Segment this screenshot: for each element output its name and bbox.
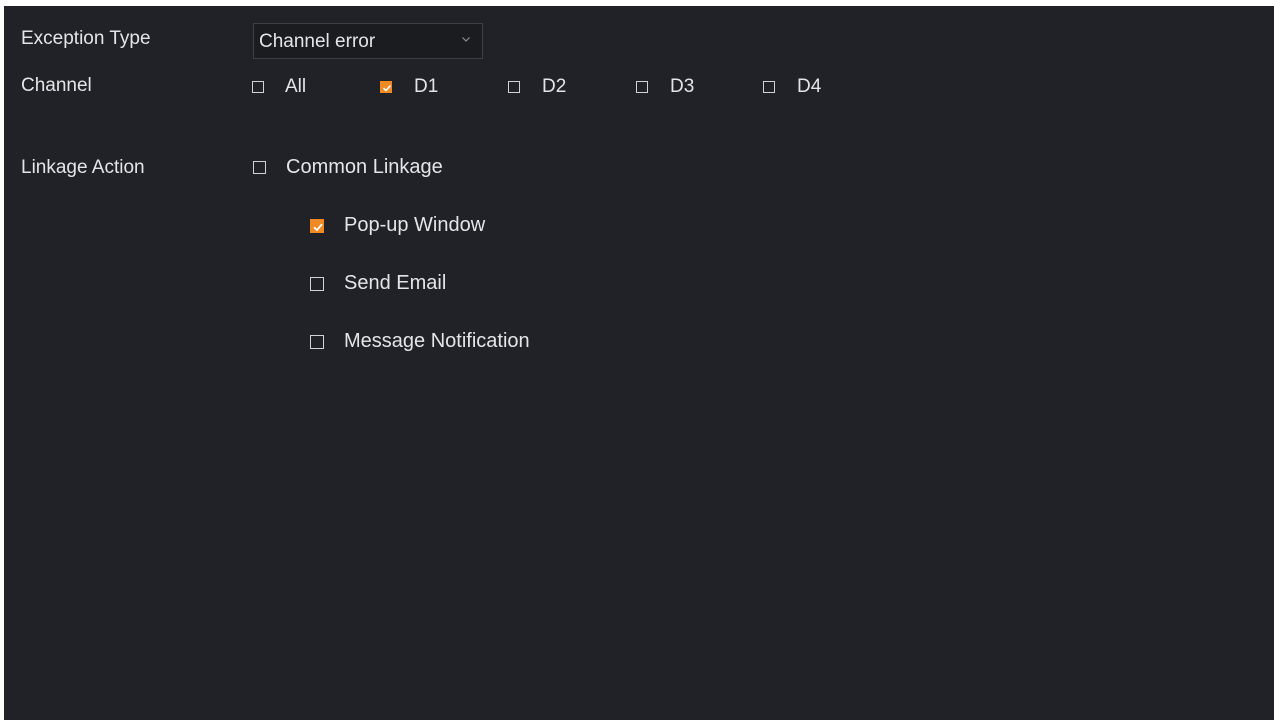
- channel-checkbox-d3[interactable]: D3: [636, 76, 694, 98]
- message-notification-checkbox[interactable]: Message Notification: [310, 330, 530, 353]
- exception-type-value: Channel error: [259, 31, 376, 52]
- popup-window-checkbox[interactable]: Pop-up Window: [310, 214, 485, 237]
- popup-window-label: Pop-up Window: [344, 214, 486, 236]
- common-linkage-label: Common Linkage: [286, 156, 443, 178]
- message-notification-label: Message Notification: [344, 330, 530, 352]
- channel-option-label: D2: [542, 76, 567, 97]
- channel-checkbox-d2[interactable]: D2: [508, 76, 566, 98]
- checkbox-icon[interactable]: [310, 334, 324, 349]
- exception-type-label: Exception Type: [21, 28, 151, 49]
- channel-label: Channel: [21, 75, 92, 96]
- exception-type-select[interactable]: Channel error: [253, 23, 483, 59]
- send-email-checkbox[interactable]: Send Email: [310, 272, 446, 295]
- linkage-action-label: Linkage Action: [21, 157, 145, 178]
- channel-checkbox-all[interactable]: All: [252, 76, 306, 98]
- checkbox-icon[interactable]: [763, 81, 775, 93]
- channel-option-label: D1: [414, 76, 439, 97]
- channel-checkbox-d4[interactable]: D4: [763, 76, 821, 98]
- checkbox-icon[interactable]: [636, 81, 648, 93]
- checkbox-icon[interactable]: [253, 161, 266, 174]
- checkbox-checked-icon[interactable]: [310, 218, 324, 233]
- channel-checkbox-d1[interactable]: D1: [380, 76, 438, 98]
- exception-settings-panel: Exception Type Channel error Channel All…: [4, 6, 1274, 720]
- common-linkage-checkbox[interactable]: Common Linkage: [253, 156, 443, 179]
- checkbox-icon[interactable]: [310, 276, 324, 291]
- send-email-label: Send Email: [344, 272, 447, 294]
- chevron-down-icon: [462, 37, 470, 42]
- channel-option-label: All: [285, 76, 307, 97]
- channel-option-label: D3: [670, 76, 695, 97]
- checkbox-checked-icon[interactable]: [380, 81, 392, 93]
- checkbox-icon[interactable]: [508, 81, 520, 93]
- channel-option-label: D4: [797, 76, 822, 97]
- checkbox-icon[interactable]: [252, 81, 264, 93]
